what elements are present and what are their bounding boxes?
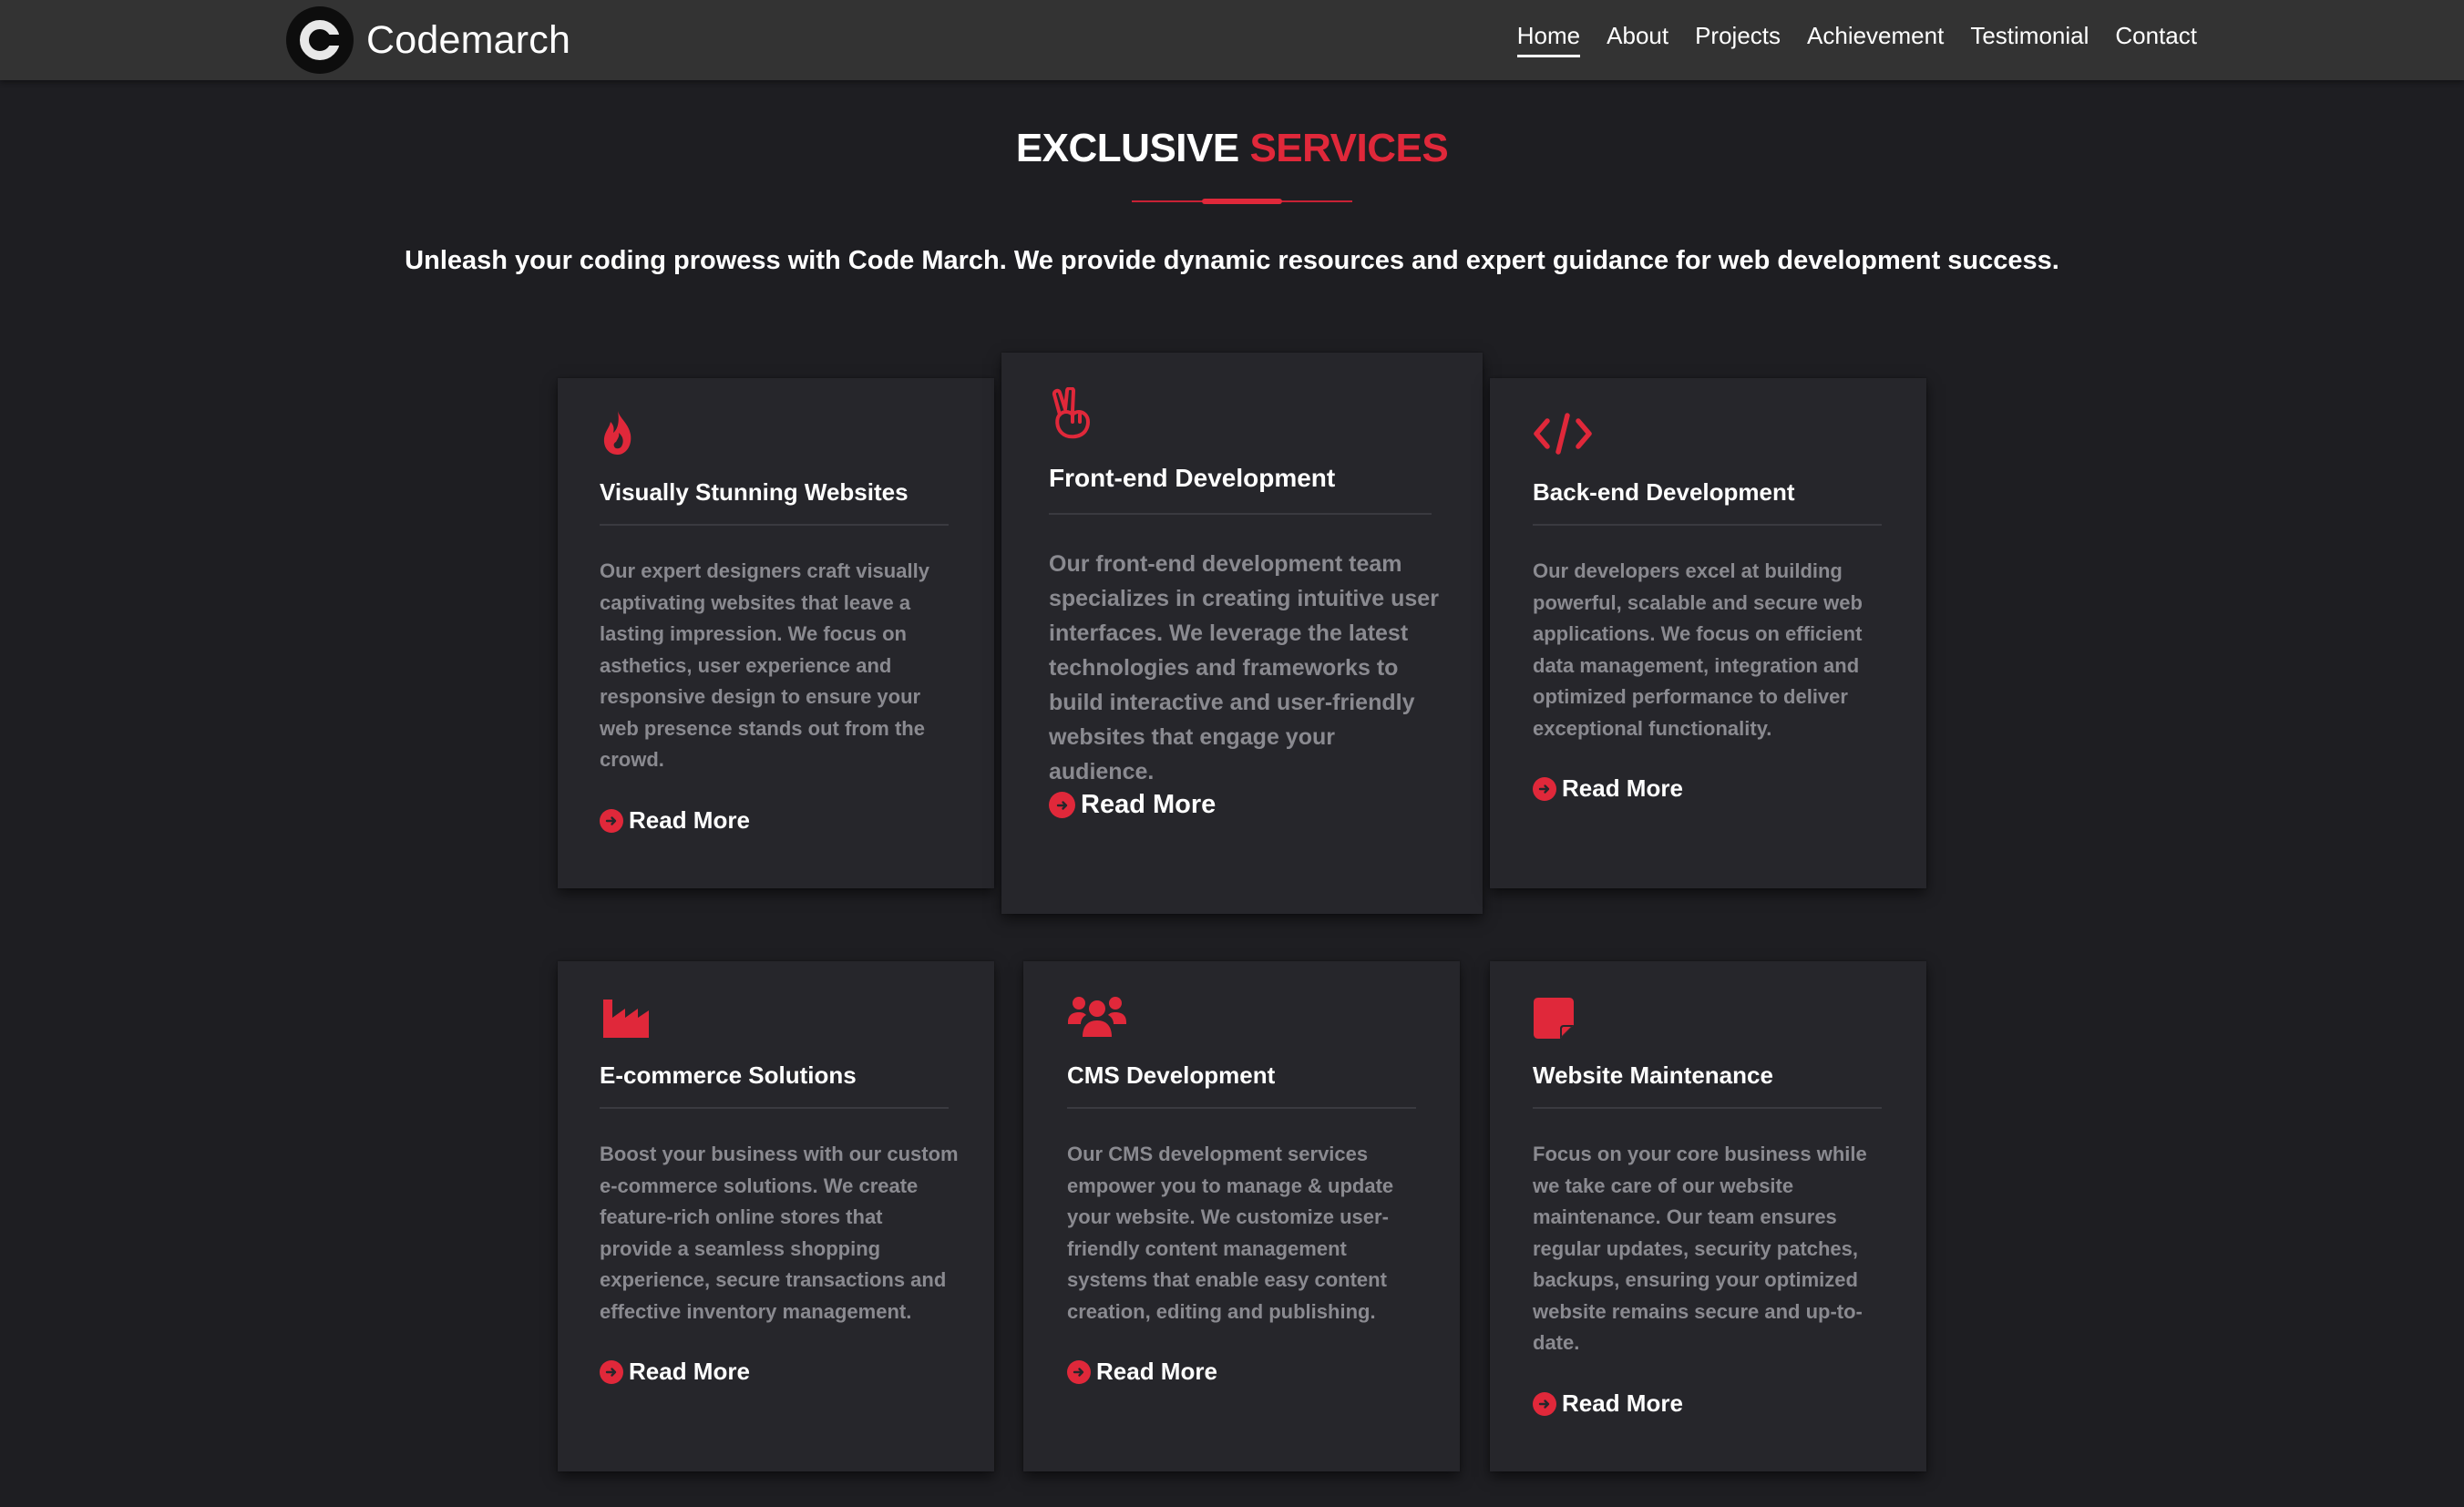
service-card: E-commerce Solutions Boost your business… bbox=[558, 961, 994, 1471]
nav-link-testimonial[interactable]: Testimonial bbox=[1970, 22, 2089, 56]
card-divider bbox=[600, 524, 949, 526]
brand-name[interactable]: Codemarch bbox=[366, 18, 570, 63]
arrow-circle-right-icon bbox=[1533, 776, 1556, 801]
card-description: Boost your business with our custom e-co… bbox=[600, 1143, 959, 1323]
navbar: Codemarch Home About Projects Achievemen… bbox=[0, 0, 2464, 80]
service-card: Visually Stunning Websites Our expert de… bbox=[558, 378, 994, 888]
card-divider bbox=[1049, 513, 1432, 515]
card-divider bbox=[1533, 524, 1882, 526]
section-title-accent: SERVICES bbox=[1249, 126, 1449, 170]
service-card: Back-end Development Our developers exce… bbox=[1490, 378, 1926, 888]
arrow-circle-right-icon bbox=[1067, 1359, 1091, 1384]
service-card-featured: Front-end Development Our front-end deve… bbox=[1001, 353, 1483, 914]
card-divider bbox=[1067, 1107, 1416, 1109]
brand[interactable]: Codemarch bbox=[286, 6, 570, 74]
read-more-label: Read More bbox=[1096, 1358, 1217, 1385]
card-divider bbox=[600, 1107, 949, 1109]
read-more-label: Read More bbox=[1562, 774, 1683, 802]
section-title: EXCLUSIVE SERVICES bbox=[0, 126, 2464, 171]
nav-link-about[interactable]: About bbox=[1607, 22, 1668, 56]
card-description: Focus on your core business while we tak… bbox=[1533, 1143, 1867, 1354]
read-more-label: Read More bbox=[1562, 1389, 1683, 1417]
read-more-label: Read More bbox=[629, 806, 750, 834]
card-title: Front-end Development bbox=[1049, 464, 1336, 492]
users-icon bbox=[1067, 993, 1127, 1041]
nav-link-projects[interactable]: Projects bbox=[1695, 22, 1781, 56]
nav-link-home[interactable]: Home bbox=[1516, 22, 1581, 57]
nav-link-contact[interactable]: Contact bbox=[2115, 22, 2197, 56]
card-description: Our CMS development services empower you… bbox=[1067, 1143, 1394, 1323]
industry-icon bbox=[601, 998, 651, 1040]
brand-logo-icon[interactable] bbox=[286, 6, 354, 74]
read-more-link[interactable]: Read More bbox=[1533, 774, 1683, 803]
read-more-link[interactable]: Read More bbox=[1067, 1358, 1217, 1386]
card-title: CMS Development bbox=[1067, 1061, 1276, 1089]
main-nav: Home About Projects Achievement Testimon… bbox=[1516, 0, 2197, 77]
sticky-note-icon bbox=[1533, 996, 1575, 1040]
section-title-white: EXCLUSIVE bbox=[1015, 126, 1239, 170]
read-more-link[interactable]: Read More bbox=[1049, 790, 1216, 820]
code-icon bbox=[1533, 413, 1593, 455]
card-title: Back-end Development bbox=[1533, 478, 1795, 506]
card-divider bbox=[1533, 1107, 1882, 1109]
fire-icon bbox=[600, 409, 636, 456]
card-description: Our developers excel at building powerfu… bbox=[1533, 559, 1863, 740]
arrow-circle-right-icon bbox=[600, 808, 623, 833]
nav-link-achievement[interactable]: Achievement bbox=[1807, 22, 1944, 56]
card-title: Website Maintenance bbox=[1533, 1061, 1773, 1089]
arrow-circle-right-icon bbox=[1533, 1391, 1556, 1416]
card-description: Our expert designers craft visually capt… bbox=[600, 559, 929, 771]
read-more-label: Read More bbox=[1081, 790, 1217, 819]
read-more-link[interactable]: Read More bbox=[600, 1358, 750, 1386]
card-title: Visually Stunning Websites bbox=[600, 478, 909, 506]
read-more-link[interactable]: Read More bbox=[600, 806, 750, 835]
title-underline-accent bbox=[1202, 199, 1282, 204]
peace-hand-icon bbox=[1049, 387, 1094, 442]
arrow-circle-right-icon bbox=[600, 1359, 623, 1384]
card-title: E-commerce Solutions bbox=[600, 1061, 857, 1089]
arrow-circle-right-icon bbox=[1049, 792, 1075, 818]
card-description: Our front-end development team specializ… bbox=[1049, 551, 1439, 784]
section-subtitle: Unleash your coding prowess with Code Ma… bbox=[405, 246, 2059, 275]
service-card: Website Maintenance Focus on your core b… bbox=[1490, 961, 1926, 1471]
read-more-label: Read More bbox=[629, 1358, 750, 1385]
read-more-link[interactable]: Read More bbox=[1533, 1389, 1683, 1418]
service-card: CMS Development Our CMS development serv… bbox=[1023, 961, 1460, 1471]
